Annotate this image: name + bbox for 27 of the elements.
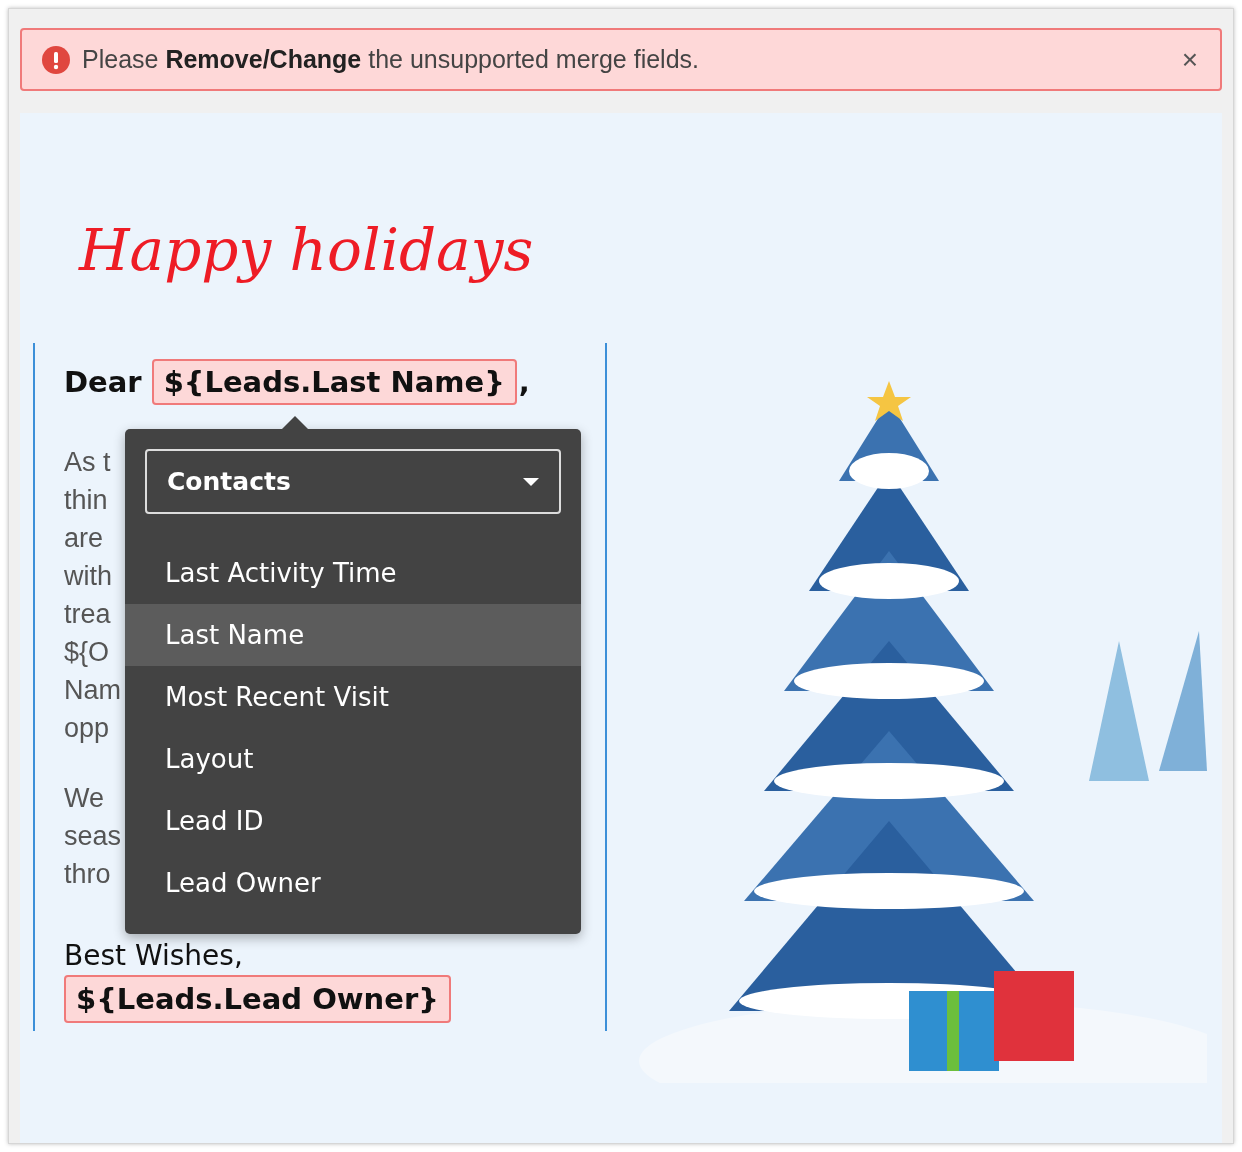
body-text-line: with	[64, 560, 112, 593]
module-select[interactable]: Contacts	[145, 449, 561, 514]
body-text-line: seas	[64, 820, 122, 853]
body-text-line: thin	[64, 484, 108, 517]
error-message: Please Remove/Change the unsupported merge fields.	[82, 45, 700, 74]
field-option[interactable]: Lead Owner	[125, 852, 581, 914]
body-text-line: We	[64, 782, 104, 815]
field-option[interactable]: Most Recent Visit	[125, 666, 581, 728]
comma-text: ,	[518, 365, 530, 399]
body-text-line: opp	[64, 712, 110, 745]
close-button[interactable]: ×	[1177, 45, 1202, 74]
body-text-line: thro	[64, 858, 111, 891]
closing-text: Best Wishes,	[64, 938, 243, 974]
body-text-line: As t	[64, 446, 111, 479]
field-option[interactable]: Last Activity Time	[125, 542, 581, 604]
body-text-line: are	[64, 522, 104, 555]
field-option[interactable]: Lead ID	[125, 790, 581, 852]
field-option[interactable]: Layout	[125, 728, 581, 790]
body-text-line: Nam	[64, 674, 121, 707]
caret-icon	[523, 477, 539, 486]
body-text-line: ${O	[64, 636, 110, 669]
merge-field[interactable]: ${Leads.Last Name}	[151, 359, 517, 405]
error-icon	[42, 45, 70, 74]
merge-field[interactable]: ${Leads.Lead Owner}	[64, 975, 451, 1023]
greeting-text: Dear	[64, 365, 142, 399]
field-option[interactable]: Last Name	[125, 604, 581, 666]
body-text-line: trea	[64, 598, 111, 631]
